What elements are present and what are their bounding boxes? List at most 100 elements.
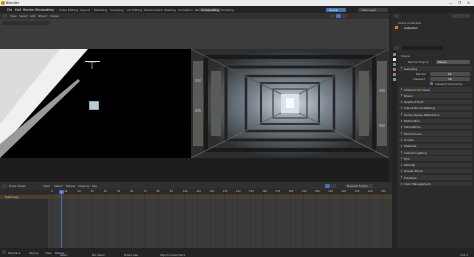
menu-window[interactable]: Window — [35, 8, 48, 12]
tab-animation[interactable]: Animation — [176, 8, 195, 12]
section-0[interactable]: Ambient Occlusion — [399, 87, 472, 92]
snap-mode-select[interactable]: Nearest Frame — [345, 183, 373, 188]
output-tab-icon[interactable] — [393, 63, 396, 66]
header-image[interactable]: Image — [50, 14, 59, 18]
expand-arrow-icon — [400, 144, 402, 147]
frame-tick-label: 120 — [209, 190, 215, 194]
status-playback[interactable]: Playback — [8, 251, 20, 255]
frame-tick-label: 130 — [222, 190, 228, 194]
dopesheet-editor-icon[interactable] — [2, 183, 7, 188]
frame-grid-line — [52, 194, 53, 253]
section-label: Depth of Field — [404, 100, 424, 105]
scene-tab-icon[interactable] — [393, 73, 396, 76]
render-samples-field[interactable]: 64 — [430, 71, 470, 76]
section-15[interactable]: Color Management — [399, 181, 472, 187]
header-select[interactable]: Select — [19, 14, 28, 18]
tab-compositing[interactable]: Compositing — [199, 7, 222, 12]
dopesheet-area[interactable]: Summary — [0, 194, 392, 253]
viewport-left[interactable] — [0, 49, 191, 158]
filter-icon[interactable] — [331, 183, 336, 188]
header-view[interactable]: View — [10, 14, 17, 18]
viewport-samples-field[interactable]: 16 — [430, 76, 470, 81]
dopesheet-mode[interactable]: Dope Sheet — [9, 184, 25, 188]
tab-modeling[interactable]: Modeling — [92, 8, 109, 12]
header-add[interactable]: Add — [30, 14, 35, 18]
only-selected-icon[interactable] — [325, 183, 330, 188]
summary-row[interactable]: Summary — [0, 195, 392, 199]
outliner-editor-icon[interactable] — [394, 14, 399, 18]
section-7[interactable]: Performance — [399, 131, 472, 136]
minimize-button[interactable]: — — [449, 1, 453, 5]
dopesheet-view[interactable]: View — [43, 184, 50, 188]
frame-tick-label: 30 — [90, 190, 94, 194]
frame-tick-label: 140 — [235, 190, 241, 194]
properties-editor-icon[interactable] — [394, 46, 399, 50]
viewport-right-render[interactable] — [191, 49, 389, 158]
frame-grid-line — [276, 194, 277, 253]
node-toolbar — [2, 21, 50, 25]
section-13[interactable]: Grease Pencil — [399, 168, 472, 174]
frame-grid-line — [355, 194, 357, 253]
render-engine-select[interactable]: Eevee — [436, 59, 470, 64]
world-tab-icon[interactable] — [393, 78, 396, 81]
status-keying[interactable]: Keying — [29, 251, 38, 255]
scene-selector[interactable]: Scene — [326, 7, 346, 12]
section-11[interactable]: Film — [399, 156, 472, 161]
frame-tick-label: 100 — [183, 190, 188, 194]
section-14[interactable]: Freestyle — [399, 175, 472, 180]
dopesheet-select[interactable]: Select — [54, 184, 63, 188]
tab-sculpting[interactable]: Sculpting — [108, 8, 126, 12]
close-button[interactable]: ✕ — [467, 1, 470, 5]
frame-grid-line — [223, 194, 225, 253]
section-2[interactable]: Depth of Field — [399, 99, 472, 105]
status-view[interactable]: View — [45, 251, 52, 255]
header-object[interactable]: Object — [38, 14, 47, 18]
viewport-denoise-label: Viewport Denoising — [435, 82, 463, 86]
section-9[interactable]: Shadows — [399, 143, 472, 149]
camera-icon[interactable] — [85, 61, 100, 69]
editor-type-icon[interactable] — [2, 14, 7, 18]
dopesheet-key[interactable]: Key — [92, 184, 97, 188]
tool-tab-icon[interactable] — [393, 53, 396, 56]
editor-type-label[interactable]: Video Editing — [57, 8, 80, 12]
shading-material-icon[interactable] — [336, 14, 341, 18]
menu-edit[interactable]: Edit — [15, 8, 21, 12]
expand-arrow-icon — [400, 119, 402, 122]
node-editor-area[interactable] — [0, 19, 392, 49]
status-hint-select: Select — [60, 253, 68, 257]
outliner-item-collection[interactable]: Collection — [404, 26, 418, 30]
frame-tick-label: 20 — [77, 190, 81, 194]
tab-layout[interactable]: Layout — [78, 8, 92, 12]
frame-grid-line — [263, 194, 264, 253]
menu-file[interactable]: File — [7, 8, 12, 12]
section-8[interactable]: Curves — [399, 137, 472, 142]
frame-tick-label: 10 — [64, 190, 68, 194]
section-3[interactable]: Subsurface Scattering — [399, 105, 472, 111]
tab-scripting[interactable]: Scripting — [219, 8, 236, 12]
dopesheet-marker[interactable]: Marker — [66, 184, 76, 188]
section-12[interactable]: Simplify — [399, 162, 472, 168]
menu-help[interactable]: Help — [47, 8, 54, 12]
current-frame-indicator[interactable]: 1 — [59, 189, 64, 194]
shading-solid-icon[interactable] — [330, 14, 335, 18]
section-6[interactable]: Volumetrics — [399, 124, 472, 130]
outliner-filter[interactable] — [452, 14, 470, 18]
section-10[interactable]: Indirect Lighting — [399, 150, 472, 155]
view-layer-selector[interactable]: View Layer — [358, 7, 388, 12]
viewport-denoise-checkbox[interactable] — [430, 82, 433, 85]
shading-render-icon[interactable] — [342, 14, 347, 18]
view-layer-tab-icon[interactable] — [393, 68, 396, 71]
menu-render[interactable]: Render — [23, 8, 34, 12]
section-sampling[interactable]: Sampling — [399, 66, 472, 71]
timeline-editor-icon[interactable] — [2, 250, 6, 254]
section-4[interactable]: Screen Space Reflections — [399, 112, 472, 117]
frame-grid-line — [342, 194, 343, 253]
frame-grid-line — [78, 194, 79, 253]
properties-search[interactable] — [402, 46, 442, 50]
outliner-scene-collection[interactable]: Scene Collection — [398, 21, 421, 25]
maximize-button[interactable]: ❐ — [458, 1, 461, 5]
render-tab-icon[interactable] — [393, 58, 396, 61]
section-5[interactable]: Motion Blur — [399, 118, 472, 124]
dopesheet-channel[interactable]: Channel — [78, 184, 89, 188]
section-1[interactable]: Bloom — [399, 93, 472, 98]
